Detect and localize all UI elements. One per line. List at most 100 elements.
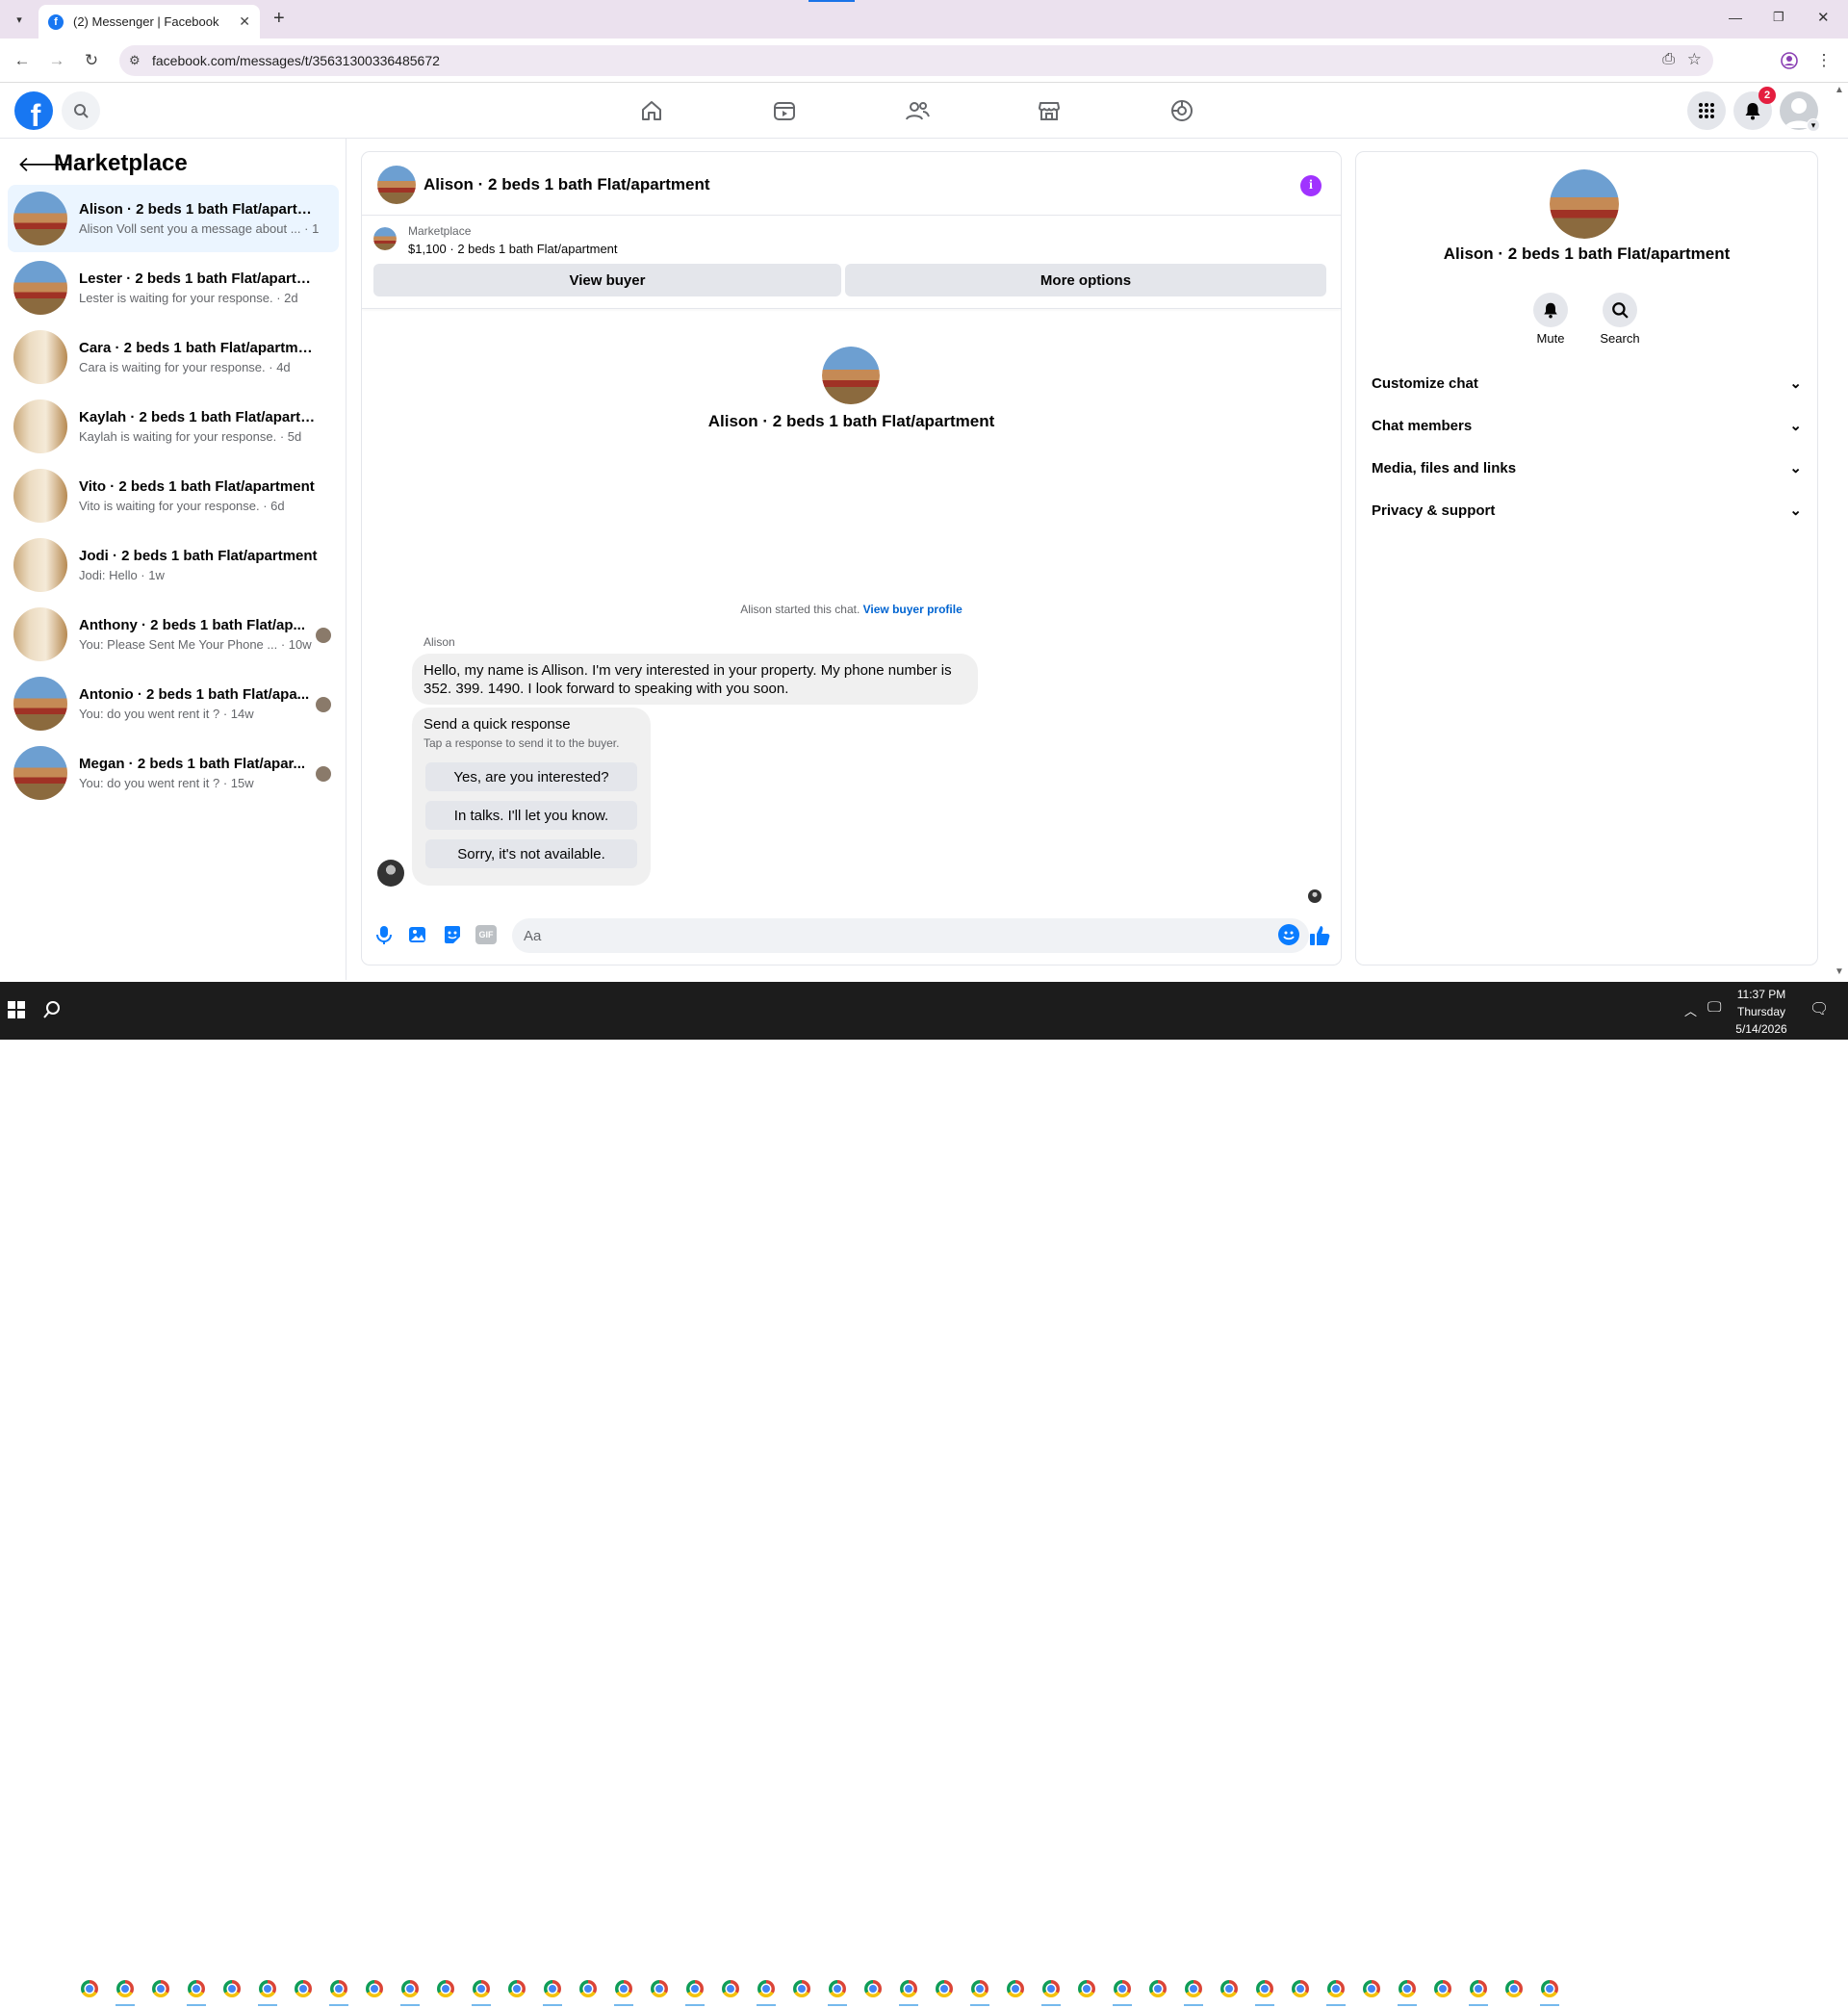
- message-bubble[interactable]: Hello, my name is Allison. I'm very inte…: [412, 654, 978, 705]
- conversation-item[interactable]: Kaylah · 2 beds 1 bath Flat/apartm... Kay…: [8, 393, 339, 460]
- taskbar-chrome-window[interactable]: [502, 1969, 531, 2008]
- browser-tab[interactable]: f (2) Messenger | Facebook ✕: [38, 5, 260, 39]
- scrollbar-down-arrow-icon[interactable]: ▼: [1835, 966, 1844, 977]
- taskbar-chrome-window[interactable]: [324, 1969, 353, 2008]
- clock[interactable]: 11:37 PM Thursday 5/14/2026: [1732, 986, 1790, 1038]
- taskbar-chrome-window[interactable]: [716, 1969, 745, 2008]
- info-avatar[interactable]: [1550, 169, 1619, 239]
- taskbar-chrome-window[interactable]: [1500, 1969, 1528, 2008]
- taskbar-chrome-window[interactable]: [1428, 1969, 1457, 2008]
- taskbar-chrome-window[interactable]: [1108, 1969, 1137, 2008]
- browser-menu-icon[interactable]: ⋮: [1813, 50, 1835, 71]
- taskbar-chrome-window[interactable]: [859, 1969, 887, 2008]
- taskbar-chrome-window[interactable]: [1535, 1969, 1564, 2008]
- taskbar-chrome-window[interactable]: [965, 1969, 994, 2008]
- gaming-icon[interactable]: [1163, 94, 1201, 127]
- taskbar-chrome-window[interactable]: [182, 1969, 211, 2008]
- reload-icon[interactable]: ↻: [81, 50, 102, 71]
- minimize-icon[interactable]: —: [1729, 10, 1742, 25]
- notification-center-icon[interactable]: 🗨: [1810, 999, 1829, 1018]
- sender-avatar[interactable]: [377, 860, 404, 887]
- taskbar-chrome-window[interactable]: [894, 1969, 923, 2008]
- taskbar-chrome-window[interactable]: [146, 1969, 175, 2008]
- taskbar-chrome-window[interactable]: [360, 1969, 389, 2008]
- emoji-icon[interactable]: [1278, 924, 1299, 945]
- view-buyer-button[interactable]: View buyer: [373, 264, 841, 296]
- taskbar-chrome-window[interactable]: [289, 1969, 318, 2008]
- taskbar-chrome-window[interactable]: [1357, 1969, 1386, 2008]
- taskbar-chrome-window[interactable]: [1215, 1969, 1244, 2008]
- install-app-icon[interactable]: ⎙: [1662, 51, 1675, 68]
- site-info-icon[interactable]: ⚙: [129, 53, 141, 68]
- conversation-item[interactable]: Anthony · 2 beds 1 bath Flat/ap... You: P…: [8, 601, 339, 668]
- taskbar-search-icon[interactable]: [42, 1000, 62, 1019]
- taskbar-chrome-window[interactable]: [75, 1969, 104, 2008]
- tab-search-chevron-icon[interactable]: ▾: [10, 10, 29, 29]
- privacy-support-section[interactable]: Privacy & support ⌄: [1372, 493, 1802, 528]
- search-label[interactable]: Search: [1583, 331, 1656, 346]
- search-icon[interactable]: [62, 91, 100, 130]
- conversation-item[interactable]: Antonio · 2 beds 1 bath Flat/apa... You: …: [8, 670, 339, 737]
- view-buyer-profile-link[interactable]: View buyer profile: [863, 603, 962, 616]
- taskbar-chrome-window[interactable]: [218, 1969, 246, 2008]
- sticker-icon[interactable]: [442, 924, 463, 945]
- bookmark-star-icon[interactable]: ☆: [1687, 50, 1702, 69]
- taskbar-chrome-window[interactable]: [1072, 1969, 1101, 2008]
- media-files-links-section[interactable]: Media, files and links ⌄: [1372, 451, 1802, 485]
- taskbar-chrome-window[interactable]: [467, 1969, 496, 2008]
- taskbar-chrome-window[interactable]: [1393, 1969, 1422, 2008]
- show-hidden-icons-chevron-icon[interactable]: ︿: [1684, 1001, 1697, 1019]
- forward-arrow-icon[interactable]: →: [46, 50, 67, 71]
- taskbar-chrome-window[interactable]: [645, 1969, 674, 2008]
- quick-response-in-talks-button[interactable]: In talks. I'll let you know.: [425, 801, 637, 830]
- customize-chat-section[interactable]: Customize chat ⌄: [1372, 366, 1802, 400]
- taskbar-chrome-window[interactable]: [396, 1969, 424, 2008]
- new-tab-icon[interactable]: +: [273, 8, 285, 30]
- account-chevron-icon[interactable]: ▾: [1807, 118, 1820, 132]
- taskbar-chrome-window[interactable]: [574, 1969, 603, 2008]
- quick-response-not-available-button[interactable]: Sorry, it's not available.: [425, 839, 637, 868]
- taskbar-chrome-window[interactable]: [1286, 1969, 1315, 2008]
- scrollbar-up-arrow-icon[interactable]: ▲: [1835, 85, 1844, 95]
- conversation-item[interactable]: Cara · 2 beds 1 bath Flat/apartment Cara …: [8, 323, 339, 391]
- facebook-logo[interactable]: f: [14, 91, 53, 130]
- back-arrow-icon[interactable]: ←: [12, 50, 33, 71]
- home-icon[interactable]: [632, 94, 671, 127]
- network-icon[interactable]: 🖵: [1707, 999, 1721, 1016]
- taskbar-chrome-window[interactable]: [752, 1969, 781, 2008]
- more-options-button[interactable]: More options: [845, 264, 1326, 296]
- restore-icon[interactable]: ❐: [1773, 10, 1784, 25]
- taskbar-chrome-window[interactable]: [1143, 1969, 1172, 2008]
- video-icon[interactable]: [765, 94, 804, 127]
- conversation-item[interactable]: Vito · 2 beds 1 bath Flat/apartment Vito …: [8, 462, 339, 529]
- taskbar-chrome-window[interactable]: [1001, 1969, 1030, 2008]
- taskbar-chrome-window[interactable]: [609, 1969, 638, 2008]
- quick-response-yes-button[interactable]: Yes, are you interested?: [425, 762, 637, 791]
- mute-bell-icon[interactable]: [1533, 293, 1568, 327]
- conversation-item[interactable]: Megan · 2 beds 1 bath Flat/apar... You: d…: [8, 739, 339, 807]
- info-icon[interactable]: i: [1300, 175, 1322, 196]
- taskbar-chrome-window[interactable]: [787, 1969, 816, 2008]
- conversation-item[interactable]: Alison · 2 beds 1 bath Flat/apartm... Ali…: [8, 185, 339, 252]
- taskbar-chrome-window[interactable]: [823, 1969, 852, 2008]
- menu-grid-icon[interactable]: [1687, 91, 1726, 130]
- taskbar-chrome-window[interactable]: [111, 1969, 140, 2008]
- address-bar[interactable]: ⚙ facebook.com/messages/t/35631300336485…: [119, 45, 1713, 76]
- chat-title[interactable]: Alison · 2 beds 1 bath Flat/apartment: [424, 175, 710, 194]
- search-icon[interactable]: [1603, 293, 1637, 327]
- taskbar-chrome-window[interactable]: [1179, 1969, 1208, 2008]
- taskbar-chrome-window[interactable]: [538, 1969, 567, 2008]
- marketplace-icon[interactable]: [1030, 94, 1068, 127]
- photo-icon[interactable]: [407, 924, 428, 945]
- chat-members-section[interactable]: Chat members ⌄: [1372, 408, 1802, 443]
- like-thumb-icon[interactable]: [1307, 923, 1332, 948]
- taskbar-chrome-window[interactable]: [253, 1969, 282, 2008]
- message-input[interactable]: Aa: [512, 918, 1309, 953]
- taskbar-chrome-window[interactable]: [1464, 1969, 1493, 2008]
- close-tab-icon[interactable]: ✕: [239, 13, 250, 30]
- taskbar-chrome-window[interactable]: [431, 1969, 460, 2008]
- conversation-item[interactable]: Lester · 2 beds 1 bath Flat/apartme... Le…: [8, 254, 339, 322]
- mute-label[interactable]: Mute: [1514, 331, 1587, 346]
- taskbar-chrome-window[interactable]: [930, 1969, 959, 2008]
- taskbar-chrome-window[interactable]: [680, 1969, 709, 2008]
